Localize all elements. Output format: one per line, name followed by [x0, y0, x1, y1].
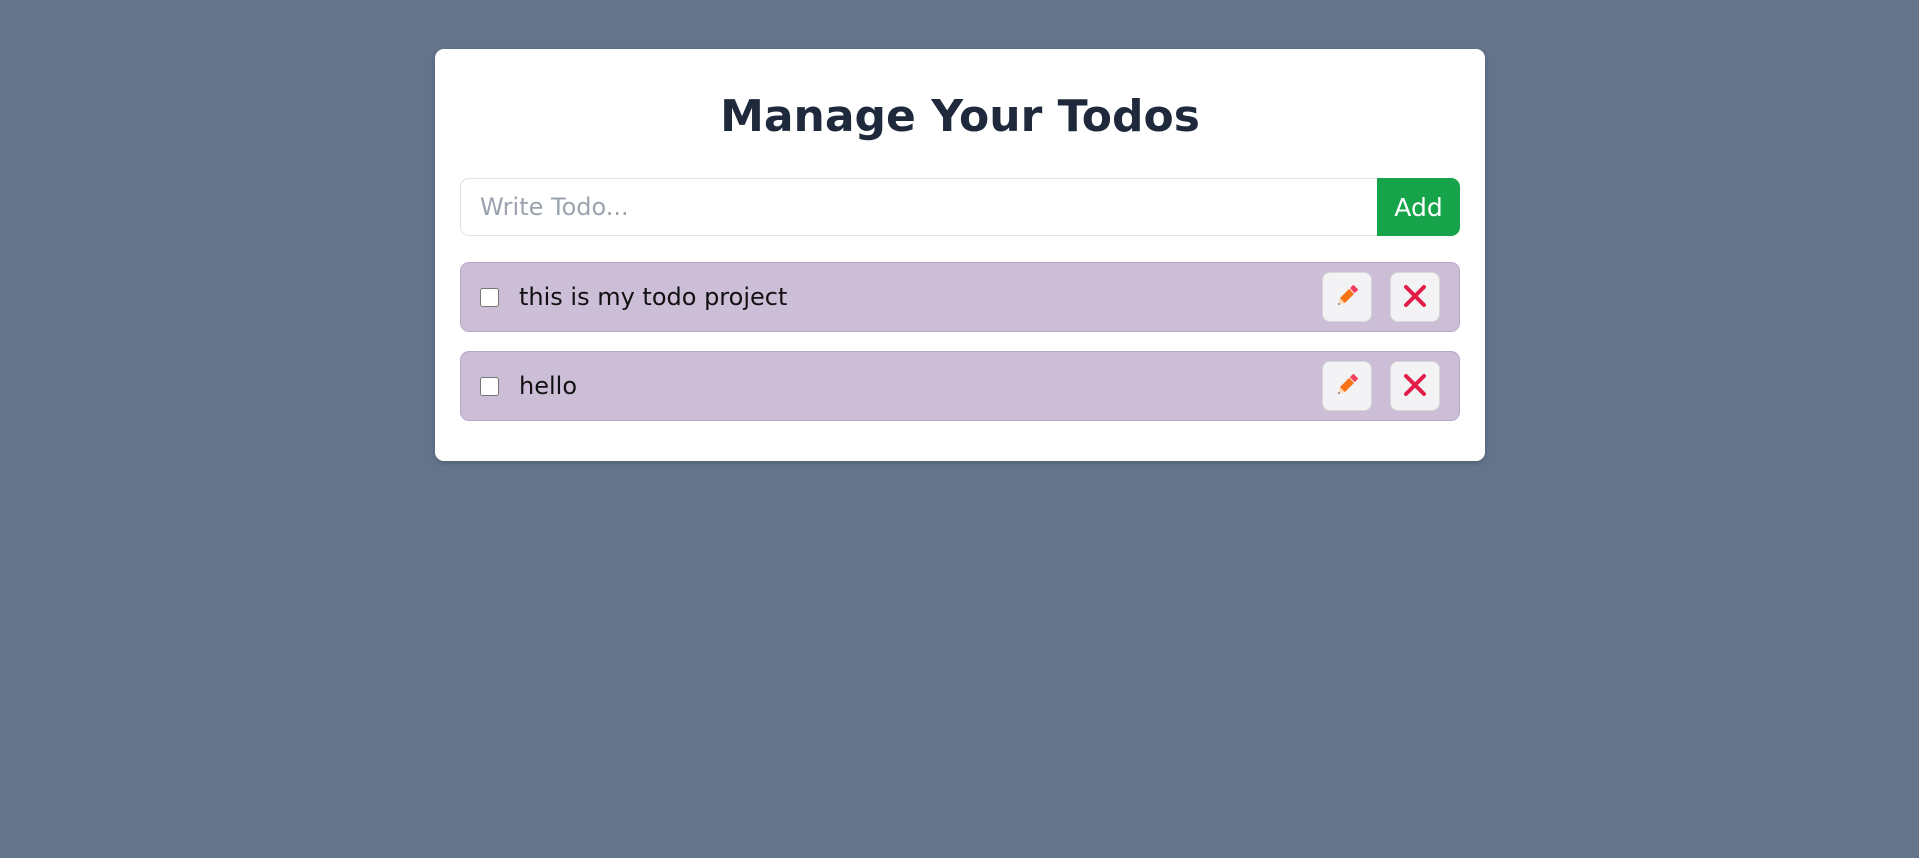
todo-text: this is my todo project [519, 283, 788, 311]
delete-button[interactable] [1390, 272, 1440, 322]
add-button[interactable]: Add [1377, 178, 1460, 236]
todo-item: hello [460, 351, 1460, 421]
todo-checkbox[interactable] [480, 376, 499, 396]
todo-item: this is my todo project [460, 262, 1460, 332]
todo-input[interactable] [460, 178, 1377, 236]
close-icon [1402, 372, 1428, 401]
todo-text: hello [519, 372, 577, 400]
close-icon [1402, 283, 1428, 312]
todo-checkbox[interactable] [480, 287, 499, 307]
add-todo-form: Add [460, 178, 1460, 236]
todo-list: this is my todo project hello [460, 262, 1460, 421]
edit-button[interactable] [1322, 272, 1372, 322]
pencil-icon [1333, 371, 1361, 402]
todo-card: Manage Your Todos Add this is my todo pr… [435, 49, 1485, 461]
delete-button[interactable] [1390, 361, 1440, 411]
page-title: Manage Your Todos [720, 91, 1200, 142]
edit-button[interactable] [1322, 361, 1372, 411]
pencil-icon [1333, 282, 1361, 313]
